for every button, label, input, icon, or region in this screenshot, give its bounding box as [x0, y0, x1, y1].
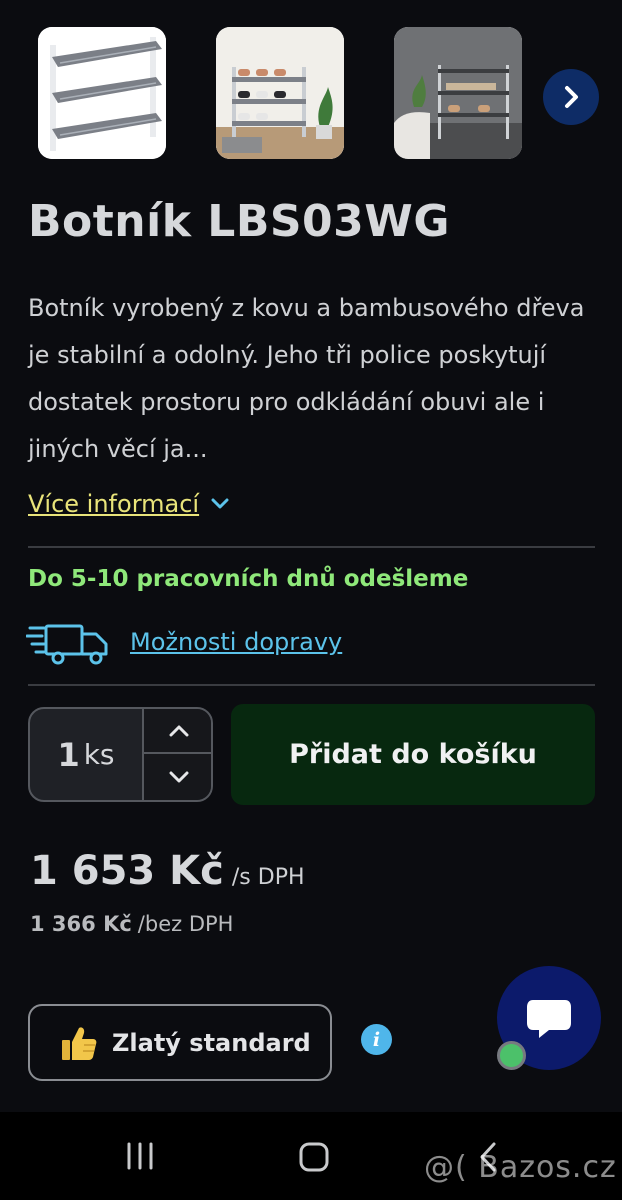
gallery-thumbnail[interactable]: [216, 27, 344, 159]
shoe-rack-room-image: [216, 27, 344, 159]
divider: [28, 684, 595, 686]
description-line: je stabilní a odolný. Jeho tři police po…: [28, 341, 547, 369]
thumbs-up-icon: [62, 1026, 97, 1060]
gallery-thumbnail[interactable]: [394, 27, 522, 159]
chat-bubble-icon: [527, 1000, 571, 1038]
chevron-up-icon: [169, 725, 188, 736]
product-description: Botník vyrobený z kovu a bambusového dře…: [28, 285, 600, 473]
description-line: jiných věcí ja...: [28, 435, 208, 463]
online-status-dot: [497, 1041, 526, 1070]
gallery-next-button[interactable]: [543, 69, 599, 125]
home-icon[interactable]: [297, 1140, 331, 1174]
product-title: Botník LBS03WG: [28, 196, 450, 247]
dispatch-time: Do 5-10 pracovních dnů odešleme: [28, 566, 469, 592]
description-line: Botník vyrobený z kovu a bambusového dře…: [28, 294, 585, 322]
gold-standard-button[interactable]: Zlatý standard: [28, 1004, 332, 1081]
quantity-stepper: 1 ks: [28, 707, 213, 802]
divider: [28, 546, 595, 548]
more-info-label: Více informací: [28, 490, 200, 518]
price-value: 1 653 Kč: [30, 848, 224, 894]
stepper-controls: [142, 709, 211, 800]
delivery-options-link[interactable]: Možnosti dopravy: [130, 628, 342, 656]
quantity-unit: ks: [83, 738, 115, 771]
price-value: 1 366 Kč: [30, 912, 132, 936]
quantity-field[interactable]: 1 ks: [30, 709, 142, 800]
more-info-link[interactable]: Více informací: [28, 490, 229, 518]
delivery-truck-icon: [26, 624, 108, 665]
price-suffix: /s DPH: [231, 865, 305, 890]
gold-standard-label: Zlatý standard: [112, 1028, 311, 1057]
shoe-rack-bathroom-image: [394, 27, 522, 159]
quantity-value: 1: [57, 735, 80, 774]
chevron-down-icon: [169, 771, 188, 782]
increase-quantity-button[interactable]: [144, 709, 211, 754]
chevron-right-icon: [565, 86, 578, 108]
image-gallery: [0, 24, 622, 164]
price-with-vat: 1 653 Kč /s DPH: [30, 848, 305, 894]
recent-apps-icon[interactable]: [124, 1140, 156, 1172]
description-line: dostatek prostoru pro odkládání obuvi al…: [28, 388, 545, 416]
add-to-cart-button[interactable]: Přidat do košíku: [231, 704, 595, 805]
gallery-thumbnail[interactable]: [38, 27, 166, 159]
shoe-rack-image: [38, 27, 166, 159]
price-suffix: /bez DPH: [137, 912, 234, 936]
price-without-vat: 1 366 Kč /bez DPH: [30, 912, 233, 936]
watermark: @( Bazos.cz: [424, 1150, 617, 1185]
info-icon[interactable]: i: [361, 1024, 392, 1055]
chevron-down-icon: [211, 498, 229, 509]
decrease-quantity-button[interactable]: [144, 754, 211, 799]
